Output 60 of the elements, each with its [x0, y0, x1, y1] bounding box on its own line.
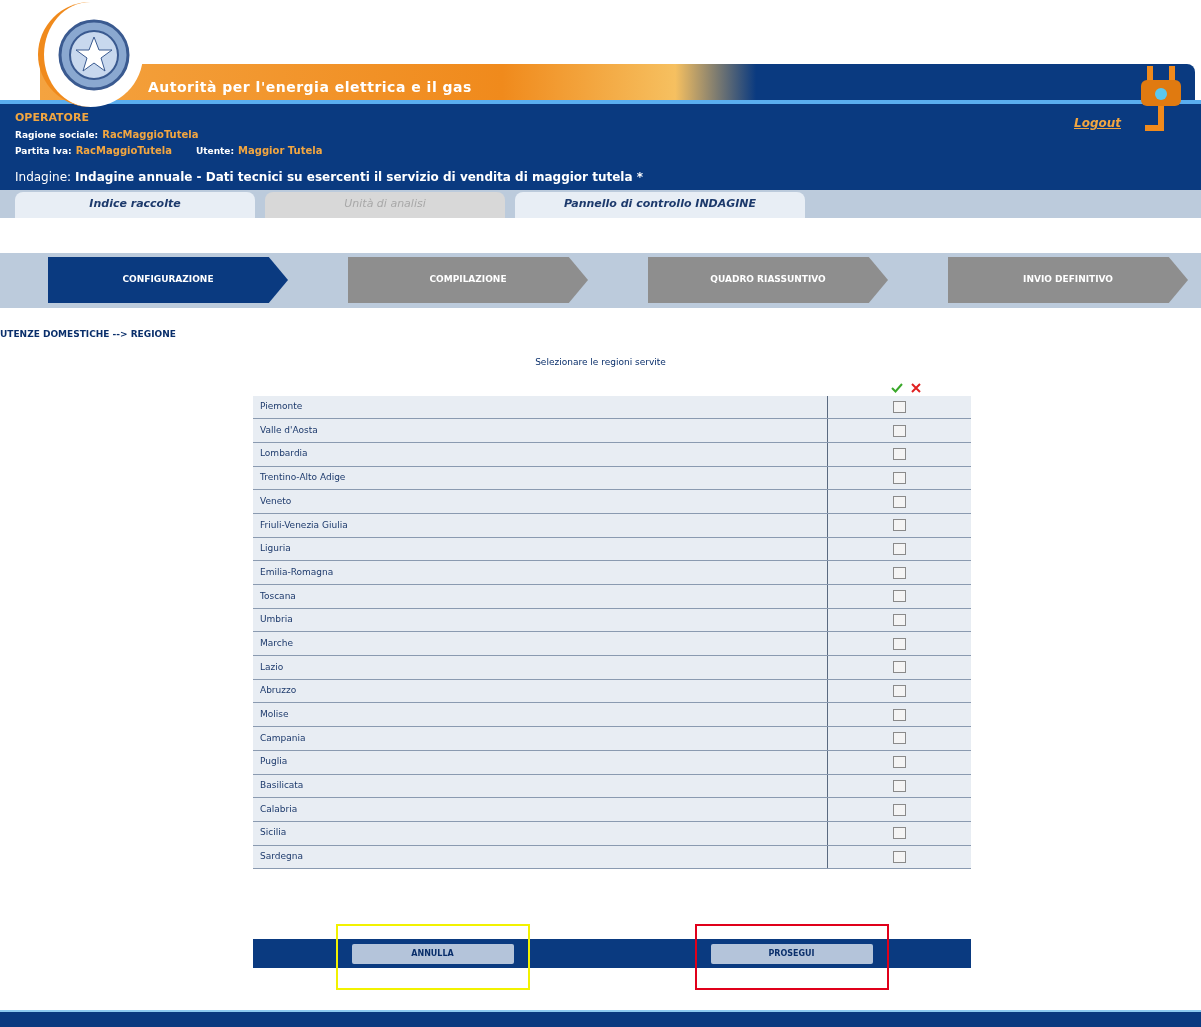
region-name: Umbria: [253, 608, 828, 632]
logout-link[interactable]: Logout: [1074, 114, 1121, 132]
checkbox[interactable]: [893, 614, 906, 627]
checkbox[interactable]: [893, 590, 906, 603]
region-name: Abruzzo: [253, 679, 828, 703]
field-label: Ragione sociale:: [15, 129, 99, 140]
field-value: RacMaggioTutela: [75, 145, 172, 156]
checkbox[interactable]: [893, 850, 906, 863]
region-name: Toscana: [253, 585, 828, 608]
region-name: Calabria: [253, 798, 828, 821]
region-name: Trentino-Alto Adige: [253, 466, 828, 490]
checkbox[interactable]: [893, 685, 906, 698]
region-name: Valle d'Aosta: [253, 419, 828, 442]
check-icon: [891, 382, 903, 393]
region-name: Sardegna: [253, 845, 828, 869]
region-name: Piemonte: [253, 395, 828, 419]
checkbox[interactable]: [893, 803, 906, 816]
region-name: Liguria: [253, 537, 828, 561]
checkbox[interactable]: [893, 566, 906, 579]
checkbox[interactable]: [893, 448, 906, 461]
checkbox[interactable]: [893, 708, 906, 721]
region-name: Puglia: [253, 750, 828, 774]
region-name: Veneto: [253, 490, 828, 513]
region-name: Sicilia: [253, 821, 828, 845]
survey-label: Indagine:: [15, 169, 72, 184]
region-name: Lombardia: [253, 442, 828, 466]
field-label: Utente:: [195, 146, 235, 156]
action-button[interactable]: ANNULLA: [351, 943, 514, 964]
region-name: Campania: [253, 727, 828, 750]
operator-heading: OPERATORE: [15, 110, 89, 126]
region-name: Molise: [253, 703, 828, 727]
field-label: Partita Iva:: [15, 146, 72, 156]
step-tab[interactable]: CONFIGURAZIONE: [48, 257, 288, 303]
checkbox[interactable]: [893, 495, 906, 508]
close-icon: [911, 382, 921, 393]
checkbox[interactable]: [893, 779, 906, 792]
checkbox[interactable]: [893, 756, 906, 769]
checkbox[interactable]: [893, 732, 906, 745]
checkbox[interactable]: [893, 637, 906, 650]
region-name: Emilia-Romagna: [253, 561, 828, 584]
region-name: Marche: [253, 632, 828, 656]
checkbox[interactable]: [893, 827, 906, 840]
region-name: Friuli-Venezia Giulia: [253, 513, 828, 537]
header-title: Autorità per l'energia elettrica e il gas: [148, 78, 472, 97]
region-name: Lazio: [253, 656, 828, 679]
checkbox[interactable]: [893, 542, 906, 555]
tab[interactable]: Pannello di controllo INDAGINE: [515, 191, 805, 218]
checkbox[interactable]: [893, 471, 906, 484]
breadcrumb: UTENZE DOMESTICHE --> REGIONE: [0, 327, 177, 341]
checkbox[interactable]: [893, 400, 906, 413]
checkbox[interactable]: [893, 519, 906, 532]
checkbox[interactable]: [893, 661, 906, 674]
tab[interactable]: Indice raccolte: [15, 191, 255, 218]
checkbox[interactable]: [893, 424, 906, 437]
field-value: Maggior Tutela: [238, 145, 323, 156]
instruction-text: Selezionare le regioni servite: [534, 356, 667, 369]
field-value: RacMaggioTutela: [102, 128, 199, 140]
survey-title: Indagine annuale - Dati tecnici su esercenti il servizio di vendita di maggior tutela *: [75, 169, 644, 184]
region-name: Basilicata: [253, 774, 828, 798]
action-button[interactable]: PROSEGUI: [710, 943, 873, 964]
